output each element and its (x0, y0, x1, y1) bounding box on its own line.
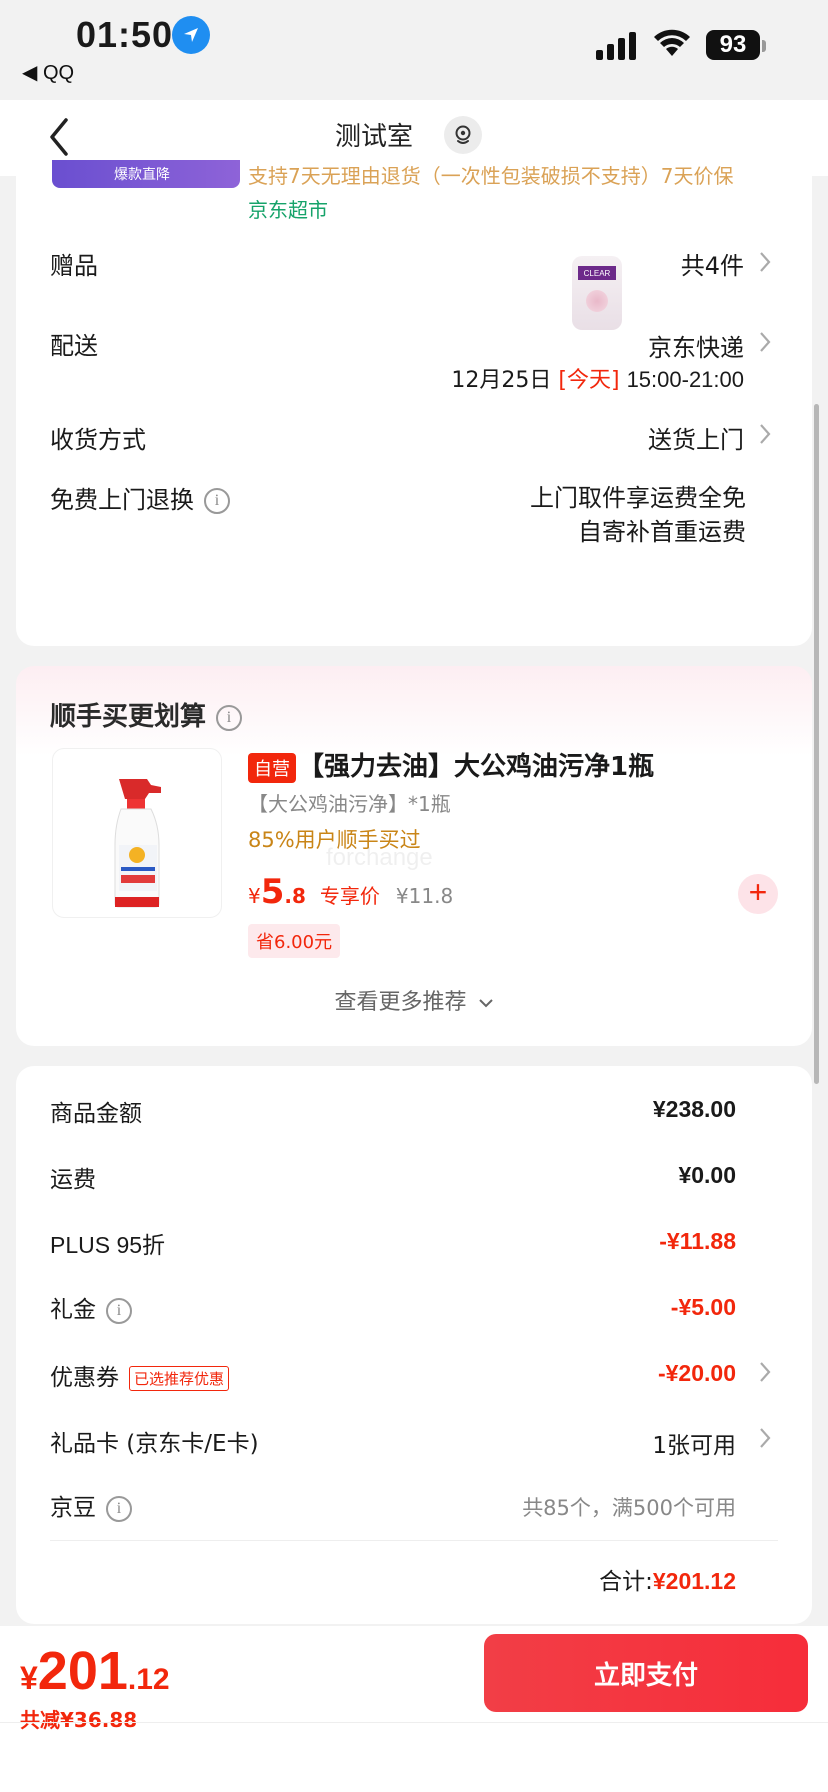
price-label: 专享价 (319, 884, 380, 908)
page-title-text: 测试室 (334, 122, 413, 152)
product-image[interactable] (52, 748, 222, 918)
more-recommendations-link[interactable]: 查看更多推荐 (16, 984, 812, 1016)
receive-method-label: 收货方式 (50, 426, 146, 454)
location-pin-icon[interactable] (444, 116, 482, 154)
summary-label-jingdou: 京豆 i (50, 1488, 132, 1522)
checkout-price: ¥201.12 (20, 1640, 170, 1702)
product-name[interactable]: 自营 【强力去油】大公鸡油污净1瓶 (248, 746, 654, 783)
receive-method-value[interactable]: 送货上门 (648, 420, 744, 455)
location-arrow-icon (172, 16, 210, 54)
free-return-label-text: 免费上门退换 (50, 486, 194, 514)
product-price: ¥5.8 专享价 ¥11.8 (248, 872, 453, 912)
divider (50, 1540, 778, 1541)
original-price: ¥11.8 (395, 884, 454, 908)
price-symbol: ¥ (248, 884, 261, 908)
summary-value-jingdou: 共85个，满500个可用 (522, 1496, 736, 1520)
free-return-label: 免费上门退换 i (50, 480, 230, 515)
pay-now-button[interactable]: 立即支付 (484, 1634, 808, 1712)
delivery-date: 12月25日 (451, 368, 552, 393)
delivery-today: [今天] (558, 368, 620, 393)
signal-icon (596, 32, 636, 60)
info-icon[interactable]: i (204, 488, 230, 514)
gift-value[interactable]: 共4件 (681, 246, 744, 281)
summary-label-coupon: 优惠券 已选推荐优惠 (50, 1358, 230, 1392)
info-icon[interactable]: i (106, 1495, 132, 1522)
coupon-text: 优惠券 (50, 1365, 119, 1391)
recommend-title: 顺手买更划算 i (50, 696, 243, 733)
summary-label-shipping: 运费 (50, 1167, 96, 1193)
delivery-value[interactable]: 京东快递 (648, 328, 744, 363)
price-integer: 5 (260, 872, 285, 912)
savings-badge: 省6.00元 (248, 924, 341, 958)
store-name: 京东超市 (248, 198, 328, 222)
summary-value-giftcard[interactable]: 1张可用 (652, 1426, 736, 1460)
chevron-right-icon[interactable] (758, 330, 772, 354)
promo-banner: 爆款直降 (52, 160, 240, 188)
back-to-app-link[interactable]: ◀ QQ (22, 60, 74, 85)
summary-value-goods: ¥238.00 (652, 1096, 736, 1122)
total-amount: ¥201.12 (652, 1568, 736, 1594)
free-return-line2: 自寄补首重运费 (578, 518, 746, 546)
recommend-title-text: 顺手买更划算 (50, 702, 207, 732)
info-icon[interactable]: i (216, 704, 243, 731)
gift-money-text: 礼金 (50, 1297, 96, 1323)
page-title: 测试室 (0, 116, 828, 153)
price-decimal: .8 (284, 884, 306, 908)
wifi-icon (654, 29, 690, 56)
info-icon[interactable]: i (106, 1297, 132, 1324)
scrollbar[interactable] (814, 404, 819, 1084)
status-time: 01:50 (76, 14, 174, 55)
jingdou-text: 京豆 (50, 1495, 96, 1521)
price-summary-card: 商品金额 ¥238.00 运费 ¥0.00 PLUS 95折 -¥11.88 礼… (16, 1066, 812, 1624)
battery-tip (762, 40, 766, 52)
chevron-right-icon[interactable] (758, 250, 772, 274)
gift-product-image[interactable]: CLEAR (572, 256, 622, 330)
chevron-right-icon[interactable] (758, 1426, 772, 1450)
summary-label-plus: PLUS 95折 (50, 1232, 166, 1258)
product-name-text: 【强力去油】大公鸡油污净1瓶 (298, 752, 655, 782)
chevron-right-icon[interactable] (758, 1360, 772, 1384)
gift-image-brand: CLEAR (578, 266, 616, 280)
delivery-time: 15:00-21:00 (626, 367, 744, 392)
self-operated-tag: 自营 (248, 752, 296, 783)
summary-label-giftcard: 礼品卡 (京东卡/E卡) (50, 1431, 259, 1457)
checkout-price-integer: 201 (37, 1641, 128, 1701)
summary-label-goods: 商品金额 (50, 1101, 142, 1127)
gift-label: 赠品 (50, 252, 98, 280)
status-bar: 01:50 ◀ QQ 93 (0, 0, 828, 100)
summary-value-coupon[interactable]: -¥20.00 (658, 1360, 736, 1387)
delivery-label: 配送 (50, 332, 98, 360)
summary-value-gift-money: -¥5.00 (670, 1294, 736, 1320)
summary-total: 合计:¥201.12 (599, 1562, 736, 1596)
checkout-price-symbol: ¥ (20, 1660, 38, 1696)
checkout-bar: ¥201.12 共减¥36.88 立即支付 (0, 1626, 828, 1792)
more-recommendations-text: 查看更多推荐 (334, 990, 467, 1015)
add-to-order-button[interactable]: + (738, 874, 778, 914)
summary-value-plus: -¥11.88 (659, 1228, 736, 1254)
watermark: forchange (326, 844, 433, 871)
spray-bottle-image (114, 779, 161, 908)
coupon-recommended-tag: 已选推荐优惠 (129, 1366, 230, 1391)
chevron-down-icon (478, 999, 493, 1008)
battery-icon: 93 (706, 30, 760, 60)
order-details-card: 爆款直降 支持7天无理由退货（一次性包装破损不支持）7天价保 京东超市 赠品 C… (16, 160, 812, 646)
delivery-schedule: 12月25日 [今天] 15:00-21:00 (451, 362, 744, 394)
chevron-right-icon[interactable] (758, 422, 772, 446)
free-return-line1: 上门取件享运费全免 (530, 484, 746, 512)
service-note: 支持7天无理由退货（一次性包装破损不支持）7天价保 (248, 164, 734, 188)
total-label: 合计: (599, 1569, 653, 1595)
home-indicator-divider (0, 1722, 828, 1723)
product-spec: 【大公鸡油污净】*1瓶 (248, 792, 451, 816)
summary-value-shipping: ¥0.00 (678, 1162, 736, 1188)
summary-label-gift-money: 礼金 i (50, 1290, 132, 1324)
checkout-saved: 共减¥36.88 (20, 1708, 138, 1732)
checkout-price-decimal: .12 (127, 1663, 170, 1696)
gift-image-flower (586, 290, 608, 312)
recommend-card: 顺手买更划算 i 自营 【强力去油】大公鸡油污净1瓶 【大公鸡油污净】*1瓶 85%… (16, 666, 812, 1046)
